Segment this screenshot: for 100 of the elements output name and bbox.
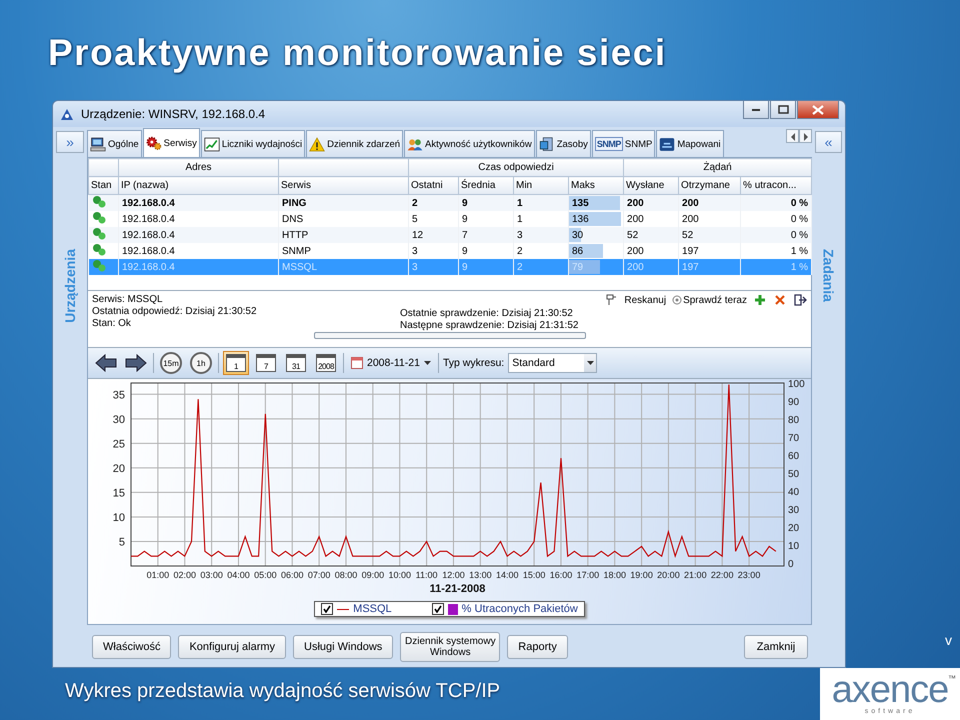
axis-label: 13:00 — [469, 570, 492, 580]
check-now-link[interactable]: Sprawdź teraz — [672, 294, 747, 306]
caret-icon — [424, 360, 431, 366]
table-cell: 192.168.0.4 — [118, 227, 278, 243]
maximize-button[interactable] — [770, 101, 796, 119]
field-label: Typ wykresu: — [442, 357, 504, 369]
action-button[interactable]: Konfiguruj alarmy — [178, 635, 286, 659]
collapse-button[interactable]: « — [815, 131, 842, 153]
close-dialog-button[interactable]: Zamknij — [744, 635, 808, 659]
table-row[interactable]: 192.168.0.4 HTTP 12 7 3 30 52 52 0 % — [88, 227, 812, 243]
table-cell: PING — [278, 194, 408, 211]
axis-label: 11:00 — [416, 570, 438, 580]
pin-icon[interactable] — [604, 293, 618, 307]
axis-label: 40 — [788, 487, 800, 498]
column-group-header: Czas odpowiedzi — [408, 158, 624, 176]
axis-label: 80 — [788, 415, 800, 426]
date-picker[interactable]: 2008-11-21 — [348, 357, 434, 369]
column-header[interactable]: Średnia — [458, 176, 514, 194]
table-cell: 200 — [624, 259, 679, 275]
axis-label: 09:00 — [362, 570, 384, 580]
axis-label: 23:00 — [738, 570, 760, 580]
column-header[interactable]: Stan — [88, 176, 118, 194]
chart-type-select[interactable]: Standard — [508, 353, 598, 373]
axis-label: 10 — [112, 512, 125, 524]
axis-label: 20 — [788, 523, 800, 534]
splitter-handle[interactable] — [314, 332, 586, 339]
action-button[interactable]: Właściwość — [92, 635, 172, 659]
table-cell: 7 — [458, 227, 514, 243]
close-button[interactable] — [797, 101, 839, 119]
table-row[interactable]: 192.168.0.4 PING 2 9 1 135 200 200 0 % — [88, 194, 812, 211]
axis-label: 08:00 — [334, 570, 358, 580]
table-cell: 12 — [408, 227, 458, 243]
table-cell: 9 — [458, 194, 514, 211]
rescan-link[interactable]: Reskanuj — [624, 294, 666, 306]
axis-label: 05:00 — [254, 570, 277, 580]
column-header[interactable]: Serwis — [278, 176, 408, 194]
table-cell: 0 % — [740, 194, 812, 211]
check-icon — [323, 605, 332, 613]
column-header[interactable]: Ostatni — [408, 176, 458, 194]
time-range-button[interactable]: 1h — [188, 351, 214, 375]
gears-icon — [146, 136, 162, 150]
tab[interactable]: SNMP SNMP — [592, 130, 656, 157]
axis-label: 90 — [788, 397, 800, 408]
export-icon[interactable] — [793, 293, 807, 307]
action-button[interactable]: Dziennik systemowy Windows — [400, 632, 500, 662]
tab[interactable]: Ogólne — [87, 130, 142, 157]
time-range-button[interactable]: 15m — [158, 351, 184, 375]
column-header[interactable]: IP (nazwa) — [118, 176, 278, 194]
tab[interactable]: Mapowani — [656, 130, 724, 157]
axis-label: 03:00 — [200, 570, 223, 580]
axis-label: 01:00 — [146, 570, 170, 580]
tab[interactable]: Serwisy — [142, 128, 200, 157]
date-range-button[interactable]: 31 — [283, 351, 309, 375]
checkbox[interactable] — [432, 603, 444, 615]
axis-label: 10:00 — [388, 570, 411, 580]
tab[interactable]: Dziennik zdarzeń — [306, 130, 404, 157]
table-cell: 200 — [624, 194, 679, 211]
detail-text: Serwis: MSSQL — [92, 294, 164, 305]
tab[interactable]: Aktywność użytkowników — [404, 130, 535, 157]
tab[interactable]: Liczniki wydajności — [200, 130, 306, 157]
column-header[interactable]: % utracon... — [740, 176, 812, 194]
server-icon — [538, 136, 555, 152]
tab[interactable]: Zasoby — [536, 130, 591, 157]
network-icon — [659, 136, 676, 152]
column-header[interactable]: Min — [514, 176, 568, 194]
status-icon — [92, 195, 106, 208]
minimize-button[interactable] — [743, 101, 769, 119]
chart-icon — [204, 136, 220, 152]
action-button[interactable]: Raporty — [507, 635, 568, 659]
caret-icon — [586, 360, 594, 366]
column-header — [88, 158, 118, 176]
date-range-button[interactable]: 1 — [223, 351, 249, 375]
plus-icon[interactable] — [753, 293, 767, 307]
app-icon — [59, 107, 75, 121]
axis-label: 18:00 — [603, 570, 626, 580]
check-icon — [434, 605, 442, 613]
column-header[interactable]: Maks — [568, 176, 624, 194]
axis-label: 04:00 — [227, 570, 250, 580]
scroll-left-button[interactable] — [786, 129, 799, 143]
axis-label: 02:00 — [173, 570, 196, 580]
column-group-header: Żądań — [624, 158, 812, 176]
table-cell: 192.168.0.4 — [118, 259, 278, 275]
date-range-button[interactable]: 2008 — [313, 351, 339, 375]
delete-icon[interactable] — [773, 293, 787, 307]
scroll-right-button[interactable] — [799, 129, 812, 143]
column-header[interactable]: Wysłane — [624, 176, 679, 194]
axis-label: 50 — [788, 469, 800, 480]
expand-button[interactable]: » — [56, 131, 84, 153]
checkbox[interactable] — [321, 603, 334, 615]
axis-label: 5 — [118, 536, 125, 548]
date-range-button[interactable]: 7 — [253, 351, 279, 375]
table-cell: 135 — [572, 198, 589, 208]
forward-button[interactable] — [123, 351, 149, 375]
column-header[interactable]: Otrzymane — [678, 176, 741, 194]
table-cell: 79 — [572, 262, 584, 272]
back-button[interactable] — [93, 351, 119, 375]
computer-icon — [90, 136, 106, 152]
action-button[interactable]: Usługi Windows — [293, 635, 394, 659]
table-cell: 30 — [572, 230, 584, 240]
axis-label: 14:00 — [496, 570, 518, 580]
